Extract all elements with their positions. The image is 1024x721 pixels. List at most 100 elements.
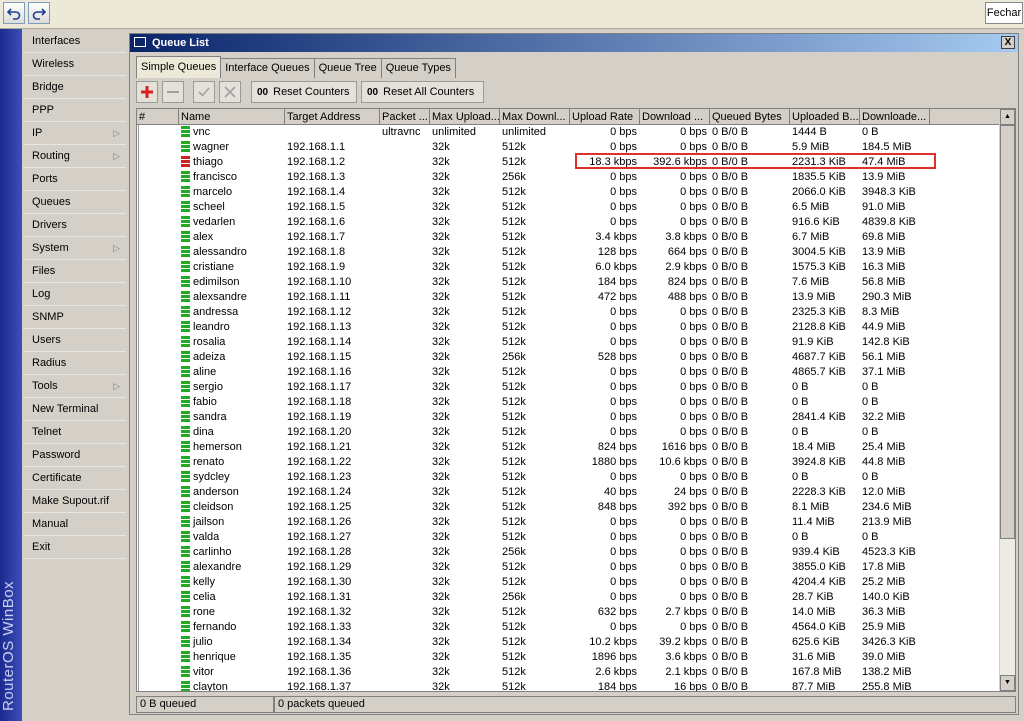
table-row[interactable]: marcelo 192.168.1.4 32k 512k 0 bps 0 bps 0 B/0… bbox=[137, 185, 1003, 200]
table-row[interactable]: andressa 192.168.1.12 32k 512k 0 bps 0 bps 0 B… bbox=[137, 305, 1003, 320]
table-row[interactable]: hemerson 192.168.1.21 32k 512k 824 bps 1616 b… bbox=[137, 440, 1003, 455]
table-row[interactable]: carlinho 192.168.1.28 32k 256k 0 bps 0 bps 0 B… bbox=[137, 545, 1003, 560]
remove-button[interactable] bbox=[162, 81, 184, 103]
column-header[interactable]: Target Address bbox=[285, 109, 380, 125]
queue-icon bbox=[181, 276, 190, 287]
table-row[interactable]: jailson 192.168.1.26 32k 512k 0 bps 0 bps 0 B/… bbox=[137, 515, 1003, 530]
scroll-up-icon[interactable]: ▲ bbox=[1000, 109, 1015, 125]
table-row[interactable]: sandra 192.168.1.19 32k 512k 0 bps 0 bps 0 B/0… bbox=[137, 410, 1003, 425]
redo-button[interactable] bbox=[28, 2, 50, 24]
menu-item[interactable]: Drivers bbox=[23, 215, 126, 237]
scroll-down-icon[interactable]: ▼ bbox=[1000, 675, 1015, 691]
table-row[interactable]: clayton 192.168.1.37 32k 512k 184 bps 16 bps 0… bbox=[137, 680, 1003, 691]
tab-simple-queues[interactable]: Simple Queues bbox=[136, 56, 222, 78]
column-header[interactable]: Packet ... bbox=[380, 109, 430, 125]
tab-queue-types[interactable]: Queue Types bbox=[380, 58, 456, 78]
reset-counters-button[interactable]: 00 Reset Counters bbox=[251, 81, 357, 103]
table-row[interactable]: cleidson 192.168.1.25 32k 512k 848 bps 392 bp… bbox=[137, 500, 1003, 515]
column-header[interactable]: Uploaded B... bbox=[790, 109, 860, 125]
row-marker bbox=[138, 455, 144, 470]
column-header[interactable]: # bbox=[137, 109, 179, 125]
menu-item[interactable]: SNMP bbox=[23, 307, 126, 329]
window-close-button[interactable]: X bbox=[1001, 36, 1015, 49]
menu-item[interactable]: Queues bbox=[23, 192, 126, 214]
table-row[interactable]: henrique 192.168.1.35 32k 512k 1896 bps 3.6 k… bbox=[137, 650, 1003, 665]
table-row[interactable]: fernando 192.168.1.33 32k 512k 0 bps 0 bps 0 B… bbox=[137, 620, 1003, 635]
reset-all-counters-button[interactable]: 00 Reset All Counters bbox=[361, 81, 484, 103]
menu-item[interactable]: Interfaces bbox=[23, 31, 126, 53]
table-row[interactable]: scheel 192.168.1.5 32k 512k 0 bps 0 bps 0 B/0 … bbox=[137, 200, 1003, 215]
menu-item[interactable]: Manual bbox=[23, 514, 126, 536]
table-row[interactable]: francisco 192.168.1.3 32k 256k 0 bps 0 bps 0 B… bbox=[137, 170, 1003, 185]
menu-item[interactable]: Tools ▷ bbox=[23, 376, 126, 398]
table-row[interactable]: sydcley 192.168.1.23 32k 512k 0 bps 0 bps 0 B/… bbox=[137, 470, 1003, 485]
table-row[interactable]: alexsandre 192.168.1.11 32k 512k 472 bps 488 … bbox=[137, 290, 1003, 305]
table-row[interactable]: edimilson 192.168.1.10 32k 512k 184 bps 824 b… bbox=[137, 275, 1003, 290]
table-row[interactable]: alex 192.168.1.7 32k 512k 3.4 kbps 3.8 kbps 0 … bbox=[137, 230, 1003, 245]
undo-button[interactable] bbox=[3, 2, 25, 24]
table-row[interactable]: alessandro 192.168.1.8 32k 512k 128 bps 664 b… bbox=[137, 245, 1003, 260]
add-button[interactable] bbox=[136, 81, 158, 103]
vertical-scrollbar[interactable]: ▲ ▼ bbox=[999, 109, 1015, 691]
table-row[interactable]: anderson 192.168.1.24 32k 512k 40 bps 24 bps 0… bbox=[137, 485, 1003, 500]
cell-packet bbox=[380, 245, 430, 260]
table-row[interactable]: celia 192.168.1.31 32k 256k 0 bps 0 bps 0 B/0 … bbox=[137, 590, 1003, 605]
table-row[interactable]: vnc ultravnc unlimited unlimited 0 bps 0 bps 0… bbox=[137, 125, 1003, 140]
menu-item[interactable]: Password bbox=[23, 445, 126, 467]
column-header[interactable]: Upload Rate bbox=[570, 109, 640, 125]
column-header[interactable]: Queued Bytes bbox=[710, 109, 790, 125]
menu-item[interactable]: PPP bbox=[23, 100, 126, 122]
cell-target: 192.168.1.30 bbox=[287, 576, 352, 588]
column-header[interactable]: Downloade... bbox=[860, 109, 930, 125]
queue-icon bbox=[181, 501, 190, 512]
table-row[interactable]: fabio 192.168.1.18 32k 512k 0 bps 0 bps 0 B/0 … bbox=[137, 395, 1003, 410]
column-header[interactable]: Max Downl... bbox=[500, 109, 570, 125]
menu-item-label: PPP bbox=[32, 104, 55, 116]
tab-interface-queues[interactable]: Interface Queues bbox=[220, 58, 315, 78]
enable-button[interactable] bbox=[193, 81, 215, 103]
close-app-button[interactable]: Fechar bbox=[985, 2, 1023, 24]
table-row[interactable]: dina 192.168.1.20 32k 512k 0 bps 0 bps 0 B/0 B… bbox=[137, 425, 1003, 440]
table-row[interactable]: vitor 192.168.1.36 32k 512k 2.6 kbps 2.1 kbps… bbox=[137, 665, 1003, 680]
cell-up-rate: 0 bps bbox=[610, 576, 637, 588]
menu-item[interactable]: Routing ▷ bbox=[23, 146, 126, 168]
table-row[interactable]: julio 192.168.1.34 32k 512k 10.2 kbps 39.2 kb… bbox=[137, 635, 1003, 650]
menu-item[interactable]: System ▷ bbox=[23, 238, 126, 260]
plus-icon bbox=[141, 86, 153, 98]
menu-item[interactable]: New Terminal bbox=[23, 399, 126, 421]
cell-max-down: 512k bbox=[502, 531, 526, 543]
menu-item[interactable]: Bridge bbox=[23, 77, 126, 99]
scroll-thumb[interactable] bbox=[1000, 125, 1015, 539]
menu-item[interactable]: Telnet bbox=[23, 422, 126, 444]
table-row[interactable]: sergio 192.168.1.17 32k 512k 0 bps 0 bps 0 B/0… bbox=[137, 380, 1003, 395]
table-row[interactable]: alexandre 192.168.1.29 32k 512k 0 bps 0 bps 0 … bbox=[137, 560, 1003, 575]
cell-target: 192.168.1.8 bbox=[287, 246, 346, 258]
menu-item[interactable]: Log bbox=[23, 284, 126, 306]
table-row[interactable]: rosalia 192.168.1.14 32k 512k 0 bps 0 bps 0 B/… bbox=[137, 335, 1003, 350]
table-row[interactable]: adeiza 192.168.1.15 32k 256k 528 bps 0 bps 0 B… bbox=[137, 350, 1003, 365]
menu-item[interactable]: IP ▷ bbox=[23, 123, 126, 145]
menu-item[interactable]: Radius bbox=[23, 353, 126, 375]
column-header[interactable]: Max Upload... bbox=[430, 109, 500, 125]
menu-item[interactable]: Exit bbox=[23, 537, 126, 559]
table-row[interactable]: rone 192.168.1.32 32k 512k 632 bps 2.7 kbps 0 … bbox=[137, 605, 1003, 620]
menu-item[interactable]: Users bbox=[23, 330, 126, 352]
menu-item[interactable]: Files bbox=[23, 261, 126, 283]
menu-item[interactable]: Wireless bbox=[23, 54, 126, 76]
menu-item[interactable]: Ports bbox=[23, 169, 126, 191]
window-titlebar[interactable]: Queue List X bbox=[130, 34, 1018, 52]
table-row[interactable]: cristiane 192.168.1.9 32k 512k 6.0 kbps 2.9 k… bbox=[137, 260, 1003, 275]
queue-icon bbox=[181, 591, 190, 602]
menu-item[interactable]: Make Supout.rif bbox=[23, 491, 126, 513]
table-row[interactable]: vedarlen 192.168.1.6 32k 512k 0 bps 0 bps 0 B/… bbox=[137, 215, 1003, 230]
column-header[interactable]: Download ... bbox=[640, 109, 710, 125]
table-row[interactable]: aline 192.168.1.16 32k 512k 0 bps 0 bps 0 B/0 … bbox=[137, 365, 1003, 380]
table-row[interactable]: leandro 192.168.1.13 32k 512k 0 bps 0 bps 0 B/… bbox=[137, 320, 1003, 335]
tab-queue-tree[interactable]: Queue Tree bbox=[313, 58, 382, 78]
table-row[interactable]: kelly 192.168.1.30 32k 512k 0 bps 0 bps 0 B/0 … bbox=[137, 575, 1003, 590]
disable-button[interactable] bbox=[219, 81, 241, 103]
menu-item[interactable]: Certificate bbox=[23, 468, 126, 490]
column-header[interactable]: Name bbox=[179, 109, 285, 125]
table-row[interactable]: valda 192.168.1.27 32k 512k 0 bps 0 bps 0 B/0 … bbox=[137, 530, 1003, 545]
table-row[interactable]: renato 192.168.1.22 32k 512k 1880 bps 10.6 kb… bbox=[137, 455, 1003, 470]
